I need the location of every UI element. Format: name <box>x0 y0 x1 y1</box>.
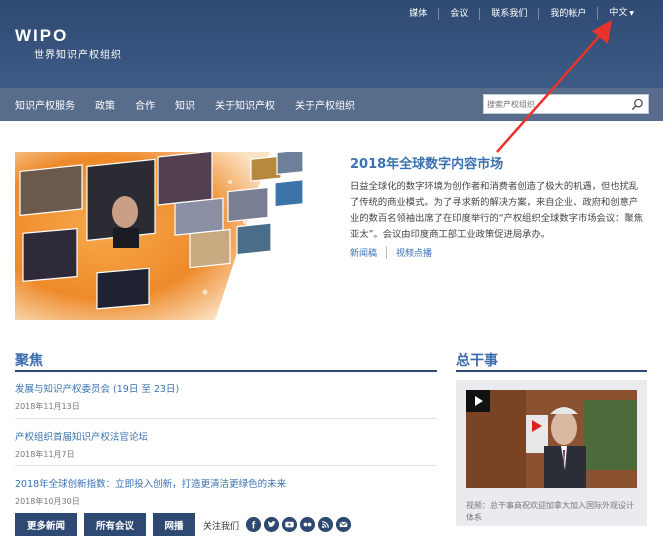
press-release-link[interactable]: 新闻稿 <box>350 246 386 259</box>
search-box <box>483 94 649 114</box>
news-date: 2018年10月30日 <box>15 497 80 506</box>
director-general-heading: 总干事 <box>456 353 498 369</box>
follow-us-label: 关注我们 <box>203 522 240 532</box>
nav-ip-services[interactable]: 知识产权服务 <box>15 97 75 112</box>
divider <box>15 418 437 419</box>
all-meetings-button[interactable]: 所有会议 <box>84 513 146 536</box>
webcast-button[interactable]: 网播 <box>153 513 195 536</box>
logo-subtitle: 世界知识产权组织 <box>34 50 122 61</box>
video-on-demand-link[interactable]: 视频点播 <box>386 246 441 259</box>
language-selector[interactable]: 中文 ▼ <box>597 7 645 20</box>
youtube-icon[interactable] <box>282 517 297 532</box>
news-title[interactable]: 发展与知识产权委员会 (19日 至 23日) <box>15 381 437 395</box>
nav-about-ip[interactable]: 关于知识产权 <box>215 97 275 112</box>
video-caption: 视频：总干事商祝欢迎加拿大加入国际外观设计体系 <box>466 501 634 522</box>
hero-title[interactable]: 2018年全球数字内容市场 <box>350 153 503 172</box>
language-label: 中文 <box>609 8 628 18</box>
svg-text:f: f <box>252 521 256 532</box>
email-icon[interactable] <box>336 517 351 532</box>
dg-rule <box>456 370 647 372</box>
news-item: 产权组织首届知识产权法官论坛 2018年11月7日 <box>15 429 437 460</box>
dg-video-thumbnail[interactable] <box>466 390 637 488</box>
nav-cooperation[interactable]: 合作 <box>135 97 155 112</box>
top-link-account[interactable]: 我的帐户 <box>538 7 597 20</box>
focus-heading: 聚焦 <box>15 353 43 369</box>
top-link-contact[interactable]: 联系我们 <box>479 7 538 20</box>
focus-rule <box>15 370 437 372</box>
hero-body: 日益全球化的数字环境为创作者和消费者创造了极大的机遇，但也扰乱了传统的商业模式。… <box>350 181 644 240</box>
nav-knowledge[interactable]: 知识 <box>175 97 195 112</box>
top-link-media[interactable]: 媒体 <box>398 8 438 20</box>
facebook-icon[interactable]: f <box>246 517 261 532</box>
utility-links: 媒体 会议 联系我们 我的帐户 中文 ▼ <box>398 7 645 20</box>
news-item: 2018年全球创新指数：立即投入创新，打造更清洁更绿色的未来 2018年10月3… <box>15 476 437 507</box>
site-header: WIPO 世界知识产权组织 媒体 会议 联系我们 我的帐户 中文 ▼ <box>0 0 663 88</box>
hero-links: 新闻稿 视频点播 <box>350 246 441 259</box>
search-icon[interactable] <box>631 98 644 111</box>
flickr-icon[interactable] <box>300 517 315 532</box>
nav-about-wipo[interactable]: 关于产权组织 <box>295 97 355 112</box>
news-item: 发展与知识产权委员会 (19日 至 23日) 2018年11月13日 <box>15 381 437 412</box>
nav-policy[interactable]: 政策 <box>95 97 115 112</box>
twitter-icon[interactable] <box>264 517 279 532</box>
wipo-logo[interactable]: WIPO <box>15 26 68 46</box>
news-title[interactable]: 2018年全球创新指数：立即投入创新，打造更清洁更绿色的未来 <box>15 476 437 490</box>
news-date: 2018年11月13日 <box>15 402 80 411</box>
more-news-button[interactable]: 更多新闻 <box>15 513 77 536</box>
rss-icon[interactable] <box>318 517 333 532</box>
news-title[interactable]: 产权组织首届知识产权法官论坛 <box>15 429 437 443</box>
news-date: 2018年11月7日 <box>15 450 75 459</box>
top-link-meetings[interactable]: 会议 <box>438 7 479 20</box>
chevron-down-icon: ▼ <box>629 10 634 17</box>
search-input[interactable] <box>487 97 627 111</box>
divider <box>15 465 437 466</box>
hero-image[interactable] <box>15 152 309 320</box>
